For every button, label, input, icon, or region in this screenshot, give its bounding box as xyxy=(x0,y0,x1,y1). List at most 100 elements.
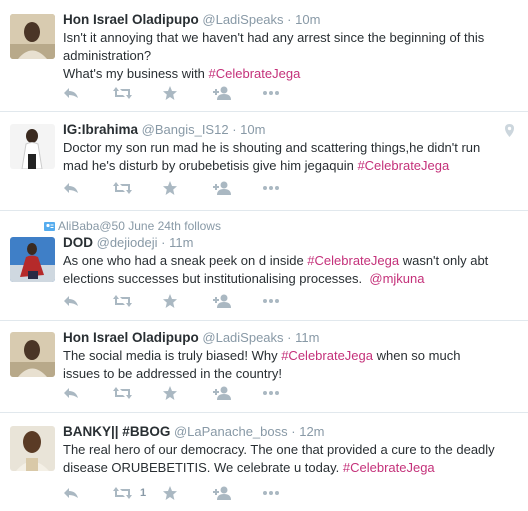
tweet-line: The real hero of our democracy. The one … xyxy=(63,442,495,457)
more-icon xyxy=(263,491,279,495)
reply-icon xyxy=(64,88,78,98)
hashtag-link[interactable]: #CelebrateJega xyxy=(281,348,373,363)
follow-button[interactable] xyxy=(213,179,263,197)
favorite-button[interactable] xyxy=(163,384,213,402)
retweet-button[interactable] xyxy=(113,292,163,310)
avatar[interactable] xyxy=(10,124,55,169)
reply-icon xyxy=(64,388,78,398)
tweet-actions: 1 xyxy=(63,484,313,502)
follow-button[interactable] xyxy=(213,84,263,102)
tweet-header: IG:Ibrahima @Bangis_IS12 · 10m xyxy=(63,121,514,139)
retweet-button[interactable]: 1 xyxy=(113,484,163,502)
retweet-icon xyxy=(113,87,132,99)
hashtag-link[interactable]: #CelebrateJega xyxy=(307,253,399,268)
username[interactable]: @LaPanache_boss xyxy=(174,424,288,439)
hashtag-link[interactable]: #CelebrateJega xyxy=(357,158,449,173)
tweet-line: issues to be addressed in the country! xyxy=(63,366,282,381)
username[interactable]: @dejiodeji xyxy=(97,235,158,250)
hashtag-link[interactable]: #CelebrateJega xyxy=(209,66,301,81)
retweet-button[interactable] xyxy=(113,179,163,197)
follow-button[interactable] xyxy=(213,484,263,502)
timestamp[interactable]: 10m xyxy=(295,12,320,27)
reply-button[interactable] xyxy=(63,384,113,402)
username[interactable]: @LadiSpeaks xyxy=(202,12,283,27)
avatar[interactable] xyxy=(10,14,55,59)
star-icon xyxy=(163,486,177,500)
more-button[interactable] xyxy=(263,84,313,102)
tweet-actions xyxy=(63,384,313,402)
add-user-icon xyxy=(213,181,231,195)
timestamp[interactable]: 11m xyxy=(295,330,319,345)
tweet-actions xyxy=(63,292,313,310)
avatar[interactable] xyxy=(10,332,55,377)
tweet[interactable]: Hon Israel Oladipupo @LadiSpeaks · 10m I… xyxy=(0,0,528,112)
favorite-button[interactable] xyxy=(163,484,213,502)
tweet[interactable]: IG:Ibrahima @Bangis_IS12 · 10m Doctor my… xyxy=(0,112,528,211)
star-icon xyxy=(163,181,177,195)
more-button[interactable] xyxy=(263,179,313,197)
fullname[interactable]: IG:Ibrahima xyxy=(63,122,138,137)
star-icon xyxy=(163,294,177,308)
tweet[interactable]: AliBaba@50 June 24th follows DOD @dejiod… xyxy=(0,211,528,321)
separator: · xyxy=(161,235,166,250)
fullname[interactable]: Hon Israel Oladipupo xyxy=(63,330,199,345)
reply-button[interactable] xyxy=(63,484,113,502)
retweet-button[interactable] xyxy=(113,84,163,102)
separator: · xyxy=(287,330,292,345)
tweet-line: Isn't it annoying that we haven't had an… xyxy=(63,30,485,45)
fullname[interactable]: Hon Israel Oladipupo xyxy=(63,12,199,27)
tweet-actions xyxy=(63,84,313,102)
username[interactable]: @Bangis_IS12 xyxy=(142,122,229,137)
more-icon xyxy=(263,91,279,95)
timestamp[interactable]: 11m xyxy=(169,235,193,250)
add-user-icon xyxy=(213,386,231,400)
retweet-count: 1 xyxy=(140,487,147,499)
tweet-text: As one who had a sneak peek on d inside … xyxy=(63,252,514,288)
tweet-text: Doctor my son run mad he is shouting and… xyxy=(63,139,514,175)
favorite-button[interactable] xyxy=(163,84,213,102)
tweet-line: elections successes but institutionalisi… xyxy=(63,271,370,286)
follow-context-icon xyxy=(44,222,55,232)
add-user-icon xyxy=(213,294,231,308)
username[interactable]: @LadiSpeaks xyxy=(202,330,283,345)
star-icon xyxy=(163,86,177,100)
follow-button[interactable] xyxy=(213,292,263,310)
timestamp[interactable]: 12m xyxy=(299,424,324,439)
avatar[interactable] xyxy=(10,426,55,471)
tweet[interactable]: Hon Israel Oladipupo @LadiSpeaks · 11m T… xyxy=(0,321,528,413)
tweet-line: Doctor my son run mad he is shouting and… xyxy=(63,140,481,155)
tweet-line: As one who had a sneak peek on d inside xyxy=(63,253,308,268)
avatar[interactable] xyxy=(10,237,55,282)
tweet-line: mad he's disturb by orubebetisis give hi… xyxy=(63,158,358,173)
more-button[interactable] xyxy=(263,484,313,502)
reply-button[interactable] xyxy=(63,292,113,310)
fullname[interactable]: DOD xyxy=(63,235,93,250)
add-user-icon xyxy=(213,486,231,500)
separator: · xyxy=(287,12,292,27)
reply-button[interactable] xyxy=(63,179,113,197)
more-button[interactable] xyxy=(263,292,313,310)
tweet[interactable]: BANKY|| #BBOG @LaPanache_boss · 12m The … xyxy=(0,413,528,511)
mention-link[interactable]: @mjkuna xyxy=(369,271,424,286)
retweet-button[interactable] xyxy=(113,384,163,402)
hashtag-link[interactable]: #CelebrateJega xyxy=(343,460,435,475)
follow-button[interactable] xyxy=(213,384,263,402)
fullname[interactable]: BANKY|| #BBOG xyxy=(63,424,170,439)
reply-icon xyxy=(64,296,78,306)
retweet-icon xyxy=(113,182,132,194)
timeline: Hon Israel Oladipupo @LadiSpeaks · 10m I… xyxy=(0,0,528,511)
reply-button[interactable] xyxy=(63,84,113,102)
tweet-line: when so much xyxy=(373,348,461,363)
tweet-text: The social media is truly biased! Why #C… xyxy=(63,347,514,383)
tweet-line: The social media is truly biased! Why xyxy=(63,348,282,363)
separator: · xyxy=(232,122,237,137)
follow-context-text[interactable]: AliBaba@50 June 24th follows xyxy=(58,219,221,233)
favorite-button[interactable] xyxy=(163,292,213,310)
star-icon xyxy=(163,386,177,400)
more-button[interactable] xyxy=(263,384,313,402)
more-icon xyxy=(263,391,279,395)
timestamp[interactable]: 10m xyxy=(240,122,265,137)
tweet-line: administration? xyxy=(63,48,152,63)
separator: · xyxy=(291,424,296,439)
favorite-button[interactable] xyxy=(163,179,213,197)
